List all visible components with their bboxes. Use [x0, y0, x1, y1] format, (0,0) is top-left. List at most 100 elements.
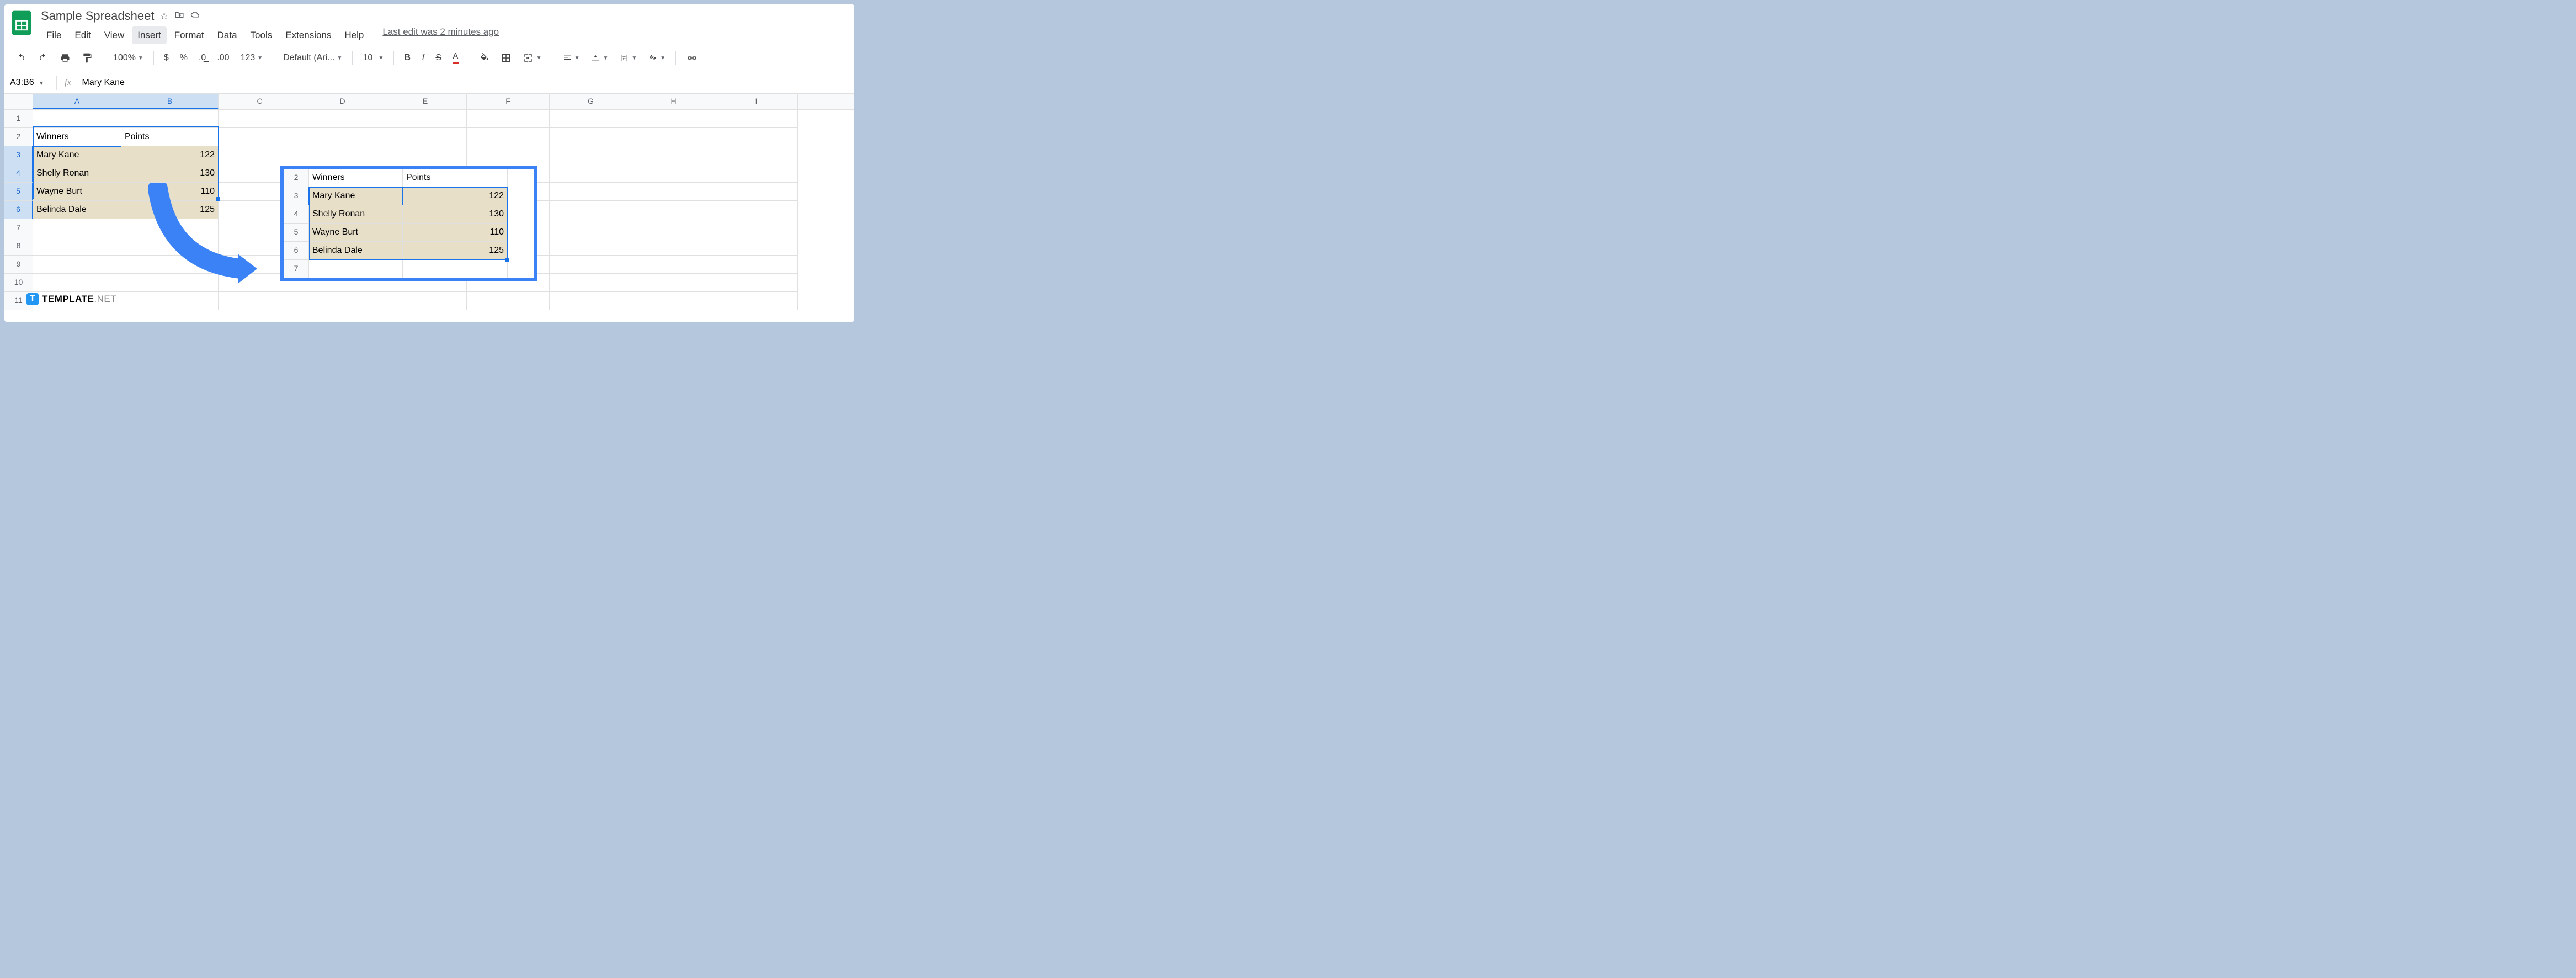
cell-g3[interactable] — [550, 146, 632, 164]
cell-b2[interactable]: Points — [121, 128, 219, 146]
row-header-9[interactable]: 9 — [4, 256, 33, 274]
h-align-button[interactable]: ▼ — [559, 51, 583, 65]
cell-c2[interactable] — [219, 128, 301, 146]
cell-a3[interactable]: Mary Kane — [33, 146, 121, 164]
fill-color-button[interactable] — [476, 51, 493, 65]
cell-g10[interactable] — [550, 274, 632, 292]
col-header-c[interactable]: C — [219, 94, 301, 109]
cell-d3[interactable] — [301, 146, 384, 164]
cell-h9[interactable] — [632, 256, 715, 274]
menu-tools[interactable]: Tools — [245, 26, 278, 44]
cell-g5[interactable] — [550, 183, 632, 201]
cell-g2[interactable] — [550, 128, 632, 146]
print-button[interactable] — [56, 51, 74, 65]
font-dropdown[interactable]: Default (Ari...▼ — [280, 51, 345, 65]
cell-h5[interactable] — [632, 183, 715, 201]
cell-h8[interactable] — [632, 237, 715, 256]
cell-i1[interactable] — [715, 110, 798, 128]
col-header-b[interactable]: B — [121, 94, 219, 109]
cell-i10[interactable] — [715, 274, 798, 292]
select-all-corner[interactable] — [4, 94, 33, 108]
cell-c1[interactable] — [219, 110, 301, 128]
cell-f2[interactable] — [467, 128, 550, 146]
paint-format-button[interactable] — [78, 50, 96, 66]
cell-d2[interactable] — [301, 128, 384, 146]
cell-a8[interactable] — [33, 237, 121, 256]
sheets-logo-icon[interactable] — [11, 9, 33, 36]
menu-edit[interactable]: Edit — [69, 26, 96, 44]
cell-f1[interactable] — [467, 110, 550, 128]
cell-e3[interactable] — [384, 146, 467, 164]
last-edit-link[interactable]: Last edit was 2 minutes ago — [382, 26, 499, 44]
cell-h6[interactable] — [632, 201, 715, 219]
col-header-d[interactable]: D — [301, 94, 384, 109]
row-header-2[interactable]: 2 — [4, 128, 33, 146]
menu-extensions[interactable]: Extensions — [280, 26, 337, 44]
cell-h1[interactable] — [632, 110, 715, 128]
cell-g11[interactable] — [550, 292, 632, 310]
menu-format[interactable]: Format — [169, 26, 210, 44]
cloud-status-icon[interactable] — [190, 10, 201, 23]
cell-b3[interactable]: 122 — [121, 146, 219, 164]
borders-button[interactable] — [498, 51, 514, 65]
cell-g4[interactable] — [550, 164, 632, 183]
cell-i8[interactable] — [715, 237, 798, 256]
text-color-button[interactable]: A — [449, 50, 462, 66]
cell-d11[interactable] — [301, 292, 384, 310]
cell-b11[interactable] — [121, 292, 219, 310]
cell-g6[interactable] — [550, 201, 632, 219]
menu-insert[interactable]: Insert — [132, 26, 167, 44]
menu-data[interactable]: Data — [212, 26, 243, 44]
col-header-a[interactable]: A — [33, 94, 121, 109]
star-icon[interactable]: ☆ — [159, 10, 168, 22]
more-formats-button[interactable]: 123▼ — [237, 51, 267, 65]
text-wrap-button[interactable]: ▼ — [616, 51, 640, 65]
cell-i9[interactable] — [715, 256, 798, 274]
increase-decimal-button[interactable]: .00 — [214, 51, 232, 65]
cell-i7[interactable] — [715, 219, 798, 237]
cell-i5[interactable] — [715, 183, 798, 201]
cell-a10[interactable] — [33, 274, 121, 292]
cell-i3[interactable] — [715, 146, 798, 164]
cell-i6[interactable] — [715, 201, 798, 219]
cell-d1[interactable] — [301, 110, 384, 128]
cell-h7[interactable] — [632, 219, 715, 237]
font-size-dropdown[interactable]: 10▼ — [359, 51, 387, 65]
cell-g1[interactable] — [550, 110, 632, 128]
row-header-4[interactable]: 4 — [4, 164, 33, 183]
name-box[interactable]: A3:B6 ▼ — [4, 76, 57, 90]
col-header-e[interactable]: E — [384, 94, 467, 109]
cell-a7[interactable] — [33, 219, 121, 237]
menu-file[interactable]: File — [41, 26, 67, 44]
cell-g8[interactable] — [550, 237, 632, 256]
col-header-h[interactable]: H — [632, 94, 715, 109]
cell-g7[interactable] — [550, 219, 632, 237]
cell-a5[interactable]: Wayne Burt — [33, 183, 121, 201]
row-header-6[interactable]: 6 — [4, 201, 33, 219]
text-rotation-button[interactable]: ▼ — [645, 51, 669, 65]
row-header-7[interactable]: 7 — [4, 219, 33, 237]
v-align-button[interactable]: ▼ — [587, 51, 611, 65]
cell-a4[interactable]: Shelly Ronan — [33, 164, 121, 183]
move-folder-icon[interactable] — [174, 10, 184, 23]
menu-view[interactable]: View — [99, 26, 130, 44]
zoom-dropdown[interactable]: 100%▼ — [110, 51, 147, 65]
row-header-3[interactable]: 3 — [4, 146, 33, 164]
formula-input[interactable]: Mary Kane — [79, 78, 854, 88]
cell-f3[interactable] — [467, 146, 550, 164]
cell-g9[interactable] — [550, 256, 632, 274]
strikethrough-button[interactable]: S — [432, 51, 445, 65]
menu-help[interactable]: Help — [339, 26, 369, 44]
cell-e11[interactable] — [384, 292, 467, 310]
cell-a6[interactable]: Belinda Dale — [33, 201, 121, 219]
insert-link-button[interactable] — [683, 51, 701, 65]
cell-i4[interactable] — [715, 164, 798, 183]
cell-h10[interactable] — [632, 274, 715, 292]
cell-i2[interactable] — [715, 128, 798, 146]
col-header-f[interactable]: F — [467, 94, 550, 109]
row-header-8[interactable]: 8 — [4, 237, 33, 256]
cell-b4[interactable]: 130 — [121, 164, 219, 183]
undo-button[interactable] — [12, 51, 30, 65]
cell-e1[interactable] — [384, 110, 467, 128]
percent-button[interactable]: % — [177, 51, 191, 65]
